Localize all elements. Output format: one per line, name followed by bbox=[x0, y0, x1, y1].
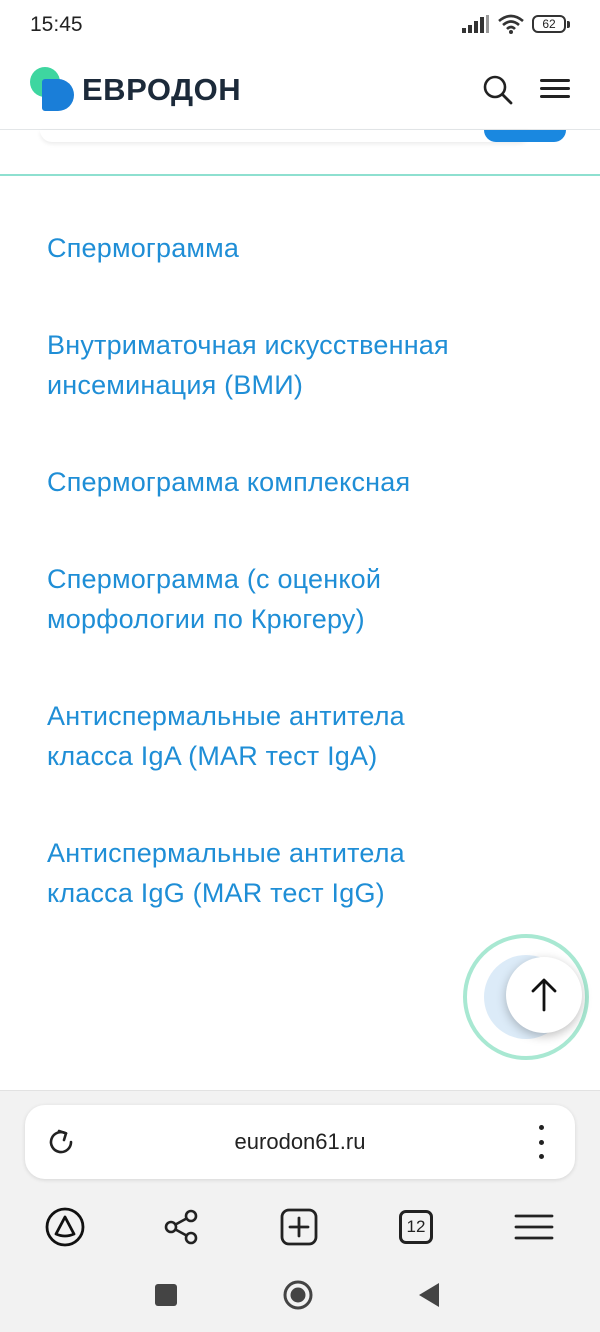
divider bbox=[0, 174, 600, 176]
wifi-icon bbox=[498, 14, 524, 34]
tabs-count: 12 bbox=[399, 1210, 433, 1244]
service-links: Спермограмма Внутриматочная искусственна… bbox=[47, 228, 567, 970]
link-text: Антиспермальные антитела bbox=[47, 838, 405, 868]
link-insemination[interactable]: Внутриматочная искусственная инсеминация… bbox=[47, 325, 567, 405]
scroll-to-top-button[interactable] bbox=[506, 957, 582, 1033]
battery-level: 62 bbox=[532, 15, 566, 33]
more-options-icon[interactable] bbox=[531, 1125, 551, 1159]
alice-icon[interactable] bbox=[43, 1205, 87, 1249]
link-text: морфологии по Крюгеру) bbox=[47, 604, 365, 634]
signal-icon bbox=[462, 15, 489, 33]
search-button-partial bbox=[484, 130, 566, 142]
browser-menu-icon[interactable] bbox=[512, 1205, 556, 1249]
link-text: Внутриматочная искусственная bbox=[47, 330, 449, 360]
new-tab-icon[interactable] bbox=[277, 1205, 321, 1249]
address-bar[interactable]: eurodon61.ru bbox=[25, 1105, 575, 1179]
browser-toolbar: 12 bbox=[0, 1199, 600, 1259]
link-text: Спермограмма комплексная bbox=[47, 467, 411, 497]
tabs-icon[interactable]: 12 bbox=[394, 1205, 438, 1249]
link-text: Спермограмма (с оценкой bbox=[47, 564, 382, 594]
link-spermogram-kruger[interactable]: Спермограмма (с оценкой морфологии по Кр… bbox=[47, 559, 567, 639]
status-icons: 62 bbox=[462, 14, 570, 34]
link-mar-igg[interactable]: Антиспермальные антитела класса IgG (MAR… bbox=[47, 833, 567, 913]
logo-mark bbox=[30, 67, 76, 113]
link-text: Антиспермальные антитела bbox=[47, 701, 405, 731]
menu-icon[interactable] bbox=[538, 74, 572, 106]
link-text: инсеминация (ВМИ) bbox=[47, 370, 304, 400]
recents-icon[interactable] bbox=[150, 1279, 182, 1311]
logo-text: ЕВРОДОН bbox=[82, 72, 242, 107]
share-icon[interactable] bbox=[159, 1205, 203, 1249]
arrow-up-icon bbox=[531, 978, 557, 1012]
search-icon[interactable] bbox=[480, 72, 516, 108]
battery-icon: 62 bbox=[532, 15, 570, 33]
status-bar: 15:45 62 bbox=[0, 0, 600, 52]
status-time: 15:45 bbox=[30, 13, 83, 36]
link-text: класса IgA (MAR тест IgA) bbox=[47, 741, 378, 771]
link-mar-iga[interactable]: Антиспермальные антитела класса IgA (MAR… bbox=[47, 696, 567, 776]
link-spermogram-complex[interactable]: Спермограмма комплексная bbox=[47, 462, 567, 502]
site-logo[interactable]: ЕВРОДОН bbox=[30, 67, 241, 113]
link-text: класса IgG (MAR тест IgG) bbox=[47, 878, 385, 908]
browser-bottom-panel: eurodon61.ru 12 bbox=[0, 1090, 600, 1332]
search-field-partial bbox=[40, 130, 530, 142]
link-spermogram[interactable]: Спермограмма bbox=[47, 228, 567, 268]
link-text: Спермограмма bbox=[47, 233, 240, 263]
back-icon[interactable] bbox=[412, 1279, 444, 1311]
reload-icon[interactable] bbox=[47, 1127, 77, 1157]
system-navigation bbox=[0, 1271, 600, 1321]
home-icon[interactable] bbox=[282, 1279, 314, 1311]
url-text: eurodon61.ru bbox=[234, 1129, 366, 1154]
site-header: ЕВРОДОН bbox=[0, 52, 600, 130]
